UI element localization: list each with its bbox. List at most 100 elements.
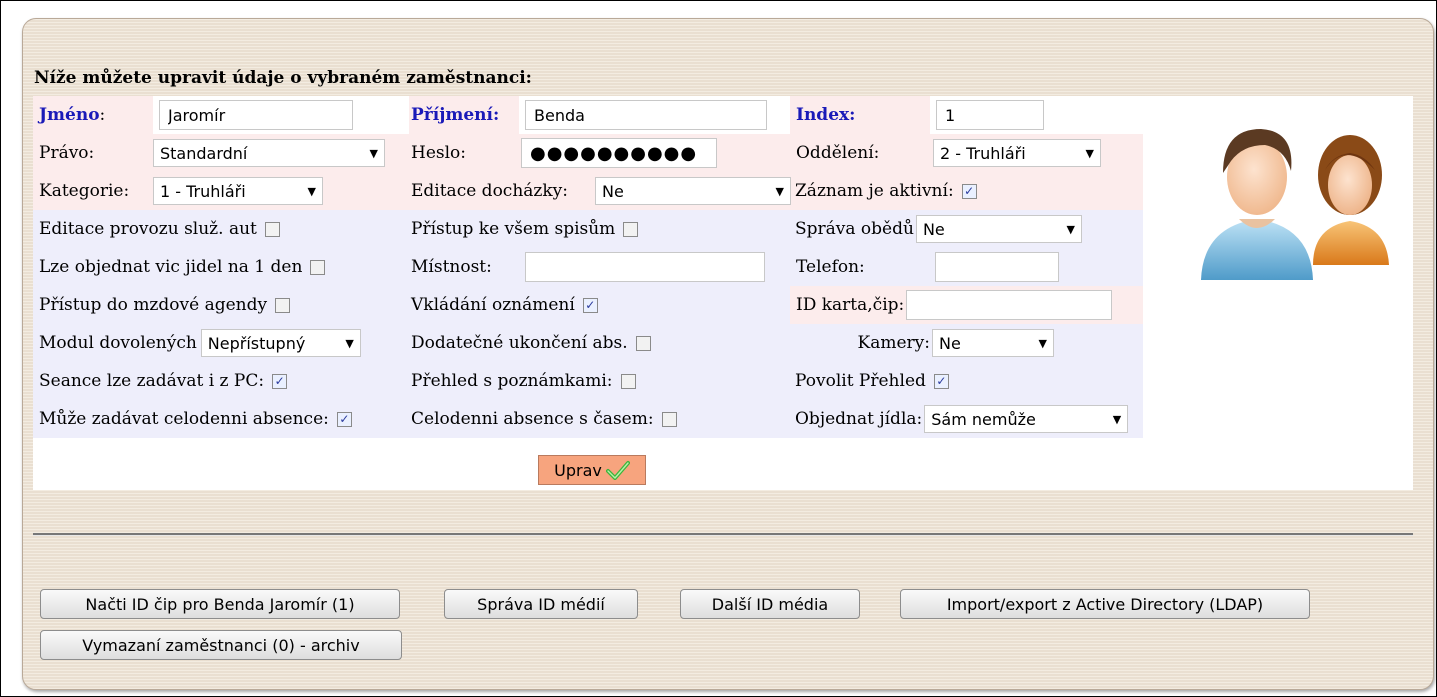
editace-provozu-cell: Editace provozu služ. aut [39,210,280,248]
editace-provozu-checkbox[interactable] [264,221,280,237]
kategorie-select-cell: 1 - Truhláři ▼ [147,172,323,210]
index-label-cell: Index: [790,96,930,134]
chevron-down-icon: ▼ [307,184,316,198]
form-row-8: Seance lze zadávat i z PC: ✓ Přehled s p… [33,362,1143,400]
vymazani-zamestnanci-button[interactable]: Vymazaní zaměstnanci (0) - archiv [40,630,402,660]
form-row-9: Může zadávat celodenni absence: ✓ Celode… [33,400,1143,438]
pristup-spisum-label: Přístup ke všem spisům [411,219,616,239]
chevron-down-icon: ▼ [775,184,784,198]
objednat-select[interactable]: Sám nemůže ▼ [924,405,1129,433]
form-row-7: Modul dovolených Nepřístupný ▼ Dodatečné … [33,324,1143,362]
oddeleni-label: Oddělení: [796,143,880,163]
zaznam-aktivni-checkbox[interactable]: ✓ [961,183,977,199]
povolit-prehled-cell: Povolit Přehled ✓ [795,362,949,400]
editace-dochazky-select-cell: Ne ▼ [589,172,791,210]
objednat-cell: Objednat jídla: Sám nemůže ▼ [795,400,1129,438]
uprav-label: Uprav [554,460,602,480]
form-row-3: Kategorie: 1 - Truhláři ▼ Editace docházk… [33,172,1143,210]
mistnost-input[interactable] [525,252,765,282]
mistnost-input-cell [519,248,765,286]
dodatecne-checkbox[interactable] [635,335,651,351]
kategorie-label: Kategorie: [39,181,130,201]
heslo-input[interactable] [521,138,717,168]
prehled-poznamky-label: Přehled s poznámkami: [411,371,613,391]
divider [33,533,1413,536]
jmeno-label: Jméno [39,105,100,125]
uprav-button[interactable]: Uprav [538,455,646,485]
green-check-icon [605,461,630,480]
index-label: Index: [796,105,856,125]
dodatecne-cell: Dodatečné ukončení abs. [411,324,651,362]
zaznam-cell: Záznam je aktivní: ✓ [795,172,977,210]
pravo-select-value: Standardní [160,143,248,163]
pristup-spisum-cell: Přístup ke všem spisům [411,210,639,248]
pravo-label: Právo: [39,143,95,163]
celodenni-label: Může zadávat celodenni absence: [39,409,329,429]
prijmeni-input[interactable] [525,100,767,130]
form-row-5: Lze objednat vic jidel na 1 den Místnost… [33,248,1143,286]
id-karta-cell: ID karta,čip: [790,286,1143,324]
pristup-spisum-checkbox[interactable] [623,221,639,237]
editace-provozu-label: Editace provozu služ. aut [39,219,257,239]
celodenni-checkbox[interactable]: ✓ [336,411,352,427]
users-icon [1201,129,1389,280]
prijmeni-input-cell [519,96,789,134]
form-row-2: Právo: Standardní ▼ Heslo: Oddělení: 2 - … [33,134,1143,172]
vic-jidel-label: Lze objednat vic jidel na 1 den [39,257,303,277]
kamery-select-value: Ne [939,333,961,353]
seance-checkbox[interactable]: ✓ [272,373,288,389]
chevron-down-icon: ▼ [345,336,354,350]
modul-dovolenych-cell: Modul dovolených Nepřístupný ▼ [39,324,361,362]
povolit-prehled-checkbox[interactable]: ✓ [933,373,949,389]
sprava-obedu-cell: Správa obědů Ne ▼ [795,210,1082,248]
povolit-prehled-label: Povolit Přehled [795,371,926,391]
id-karta-label: ID karta,čip: [796,295,905,315]
prehled-poznamky-checkbox[interactable] [620,373,636,389]
telefon-label: Telefon: [796,257,865,277]
vkladani-checkbox[interactable]: ✓ [582,297,598,313]
mzdove-label: Přístup do mzdové agendy [39,295,268,315]
modul-dovolenych-select-value: Nepřístupný [207,333,306,353]
kamery-label-cell: Kamery: [790,324,930,362]
mistnost-label: Místnost: [411,257,492,277]
vic-jidel-checkbox[interactable] [310,259,326,275]
kamery-select[interactable]: Ne ▼ [932,329,1054,357]
id-karta-input[interactable] [906,290,1113,320]
kategorie-select[interactable]: 1 - Truhláři ▼ [153,177,323,205]
oddeleni-select[interactable]: 2 - Truhláři ▼ [933,139,1101,167]
form-row-4: Editace provozu služ. aut Přístup ke vše… [33,210,1143,248]
sprava-id-medii-button[interactable]: Správa ID médií [444,589,638,619]
nacti-id-cip-button[interactable]: Načti ID čip pro Benda Jaromír (1) [40,589,400,619]
jmeno-label-cell: Jméno: [33,96,153,134]
jmeno-input[interactable] [159,100,353,130]
editace-dochazky-label: Editace docházky: [411,181,568,201]
form-row-1: Jméno: Příjmení: Index: [33,96,1143,134]
chevron-down-icon: ▼ [1085,146,1094,160]
import-export-ldap-button[interactable]: Import/export z Active Directory (LDAP) [900,589,1310,619]
seance-cell: Seance lze zadávat i z PC: ✓ [39,362,288,400]
index-input[interactable] [936,100,1044,130]
celodenni-cas-label: Celodenni absence s časem: [411,409,654,429]
modul-dovolenych-select[interactable]: Nepřístupný ▼ [200,329,361,357]
celodenni-cas-checkbox[interactable] [661,411,677,427]
pravo-select[interactable]: Standardní ▼ [153,139,385,167]
editace-dochazky-select[interactable]: Ne ▼ [595,177,791,205]
prehled-poznamky-cell: Přehled s poznámkami: [411,362,636,400]
vic-jidel-cell: Lze objednat vic jidel na 1 den [39,248,326,286]
mzdove-checkbox[interactable] [275,297,291,313]
editace-dochazky-select-value: Ne [602,181,624,201]
oddeleni-select-value: 2 - Truhláři [940,143,1026,163]
vkladani-cell: Vkládání oznámení ✓ [411,286,598,324]
chevron-down-icon: ▼ [1038,336,1047,350]
oddeleni-select-cell: 2 - Truhláři ▼ [927,134,1101,172]
chevron-down-icon: ▼ [1066,222,1075,236]
pravo-select-cell: Standardní ▼ [147,134,385,172]
telefon-input[interactable] [935,252,1059,282]
sprava-obedu-select[interactable]: Ne ▼ [915,215,1082,243]
dodatecne-label: Dodatečné ukončení abs. [411,333,628,353]
heslo-input-cell [515,134,717,172]
celodenni-cas-cell: Celodenni absence s časem: [411,400,677,438]
dalsi-id-media-button[interactable]: Další ID média [680,589,860,619]
modul-dovolenych-label: Modul dovolených [39,333,197,353]
jmeno-input-cell [153,96,403,134]
